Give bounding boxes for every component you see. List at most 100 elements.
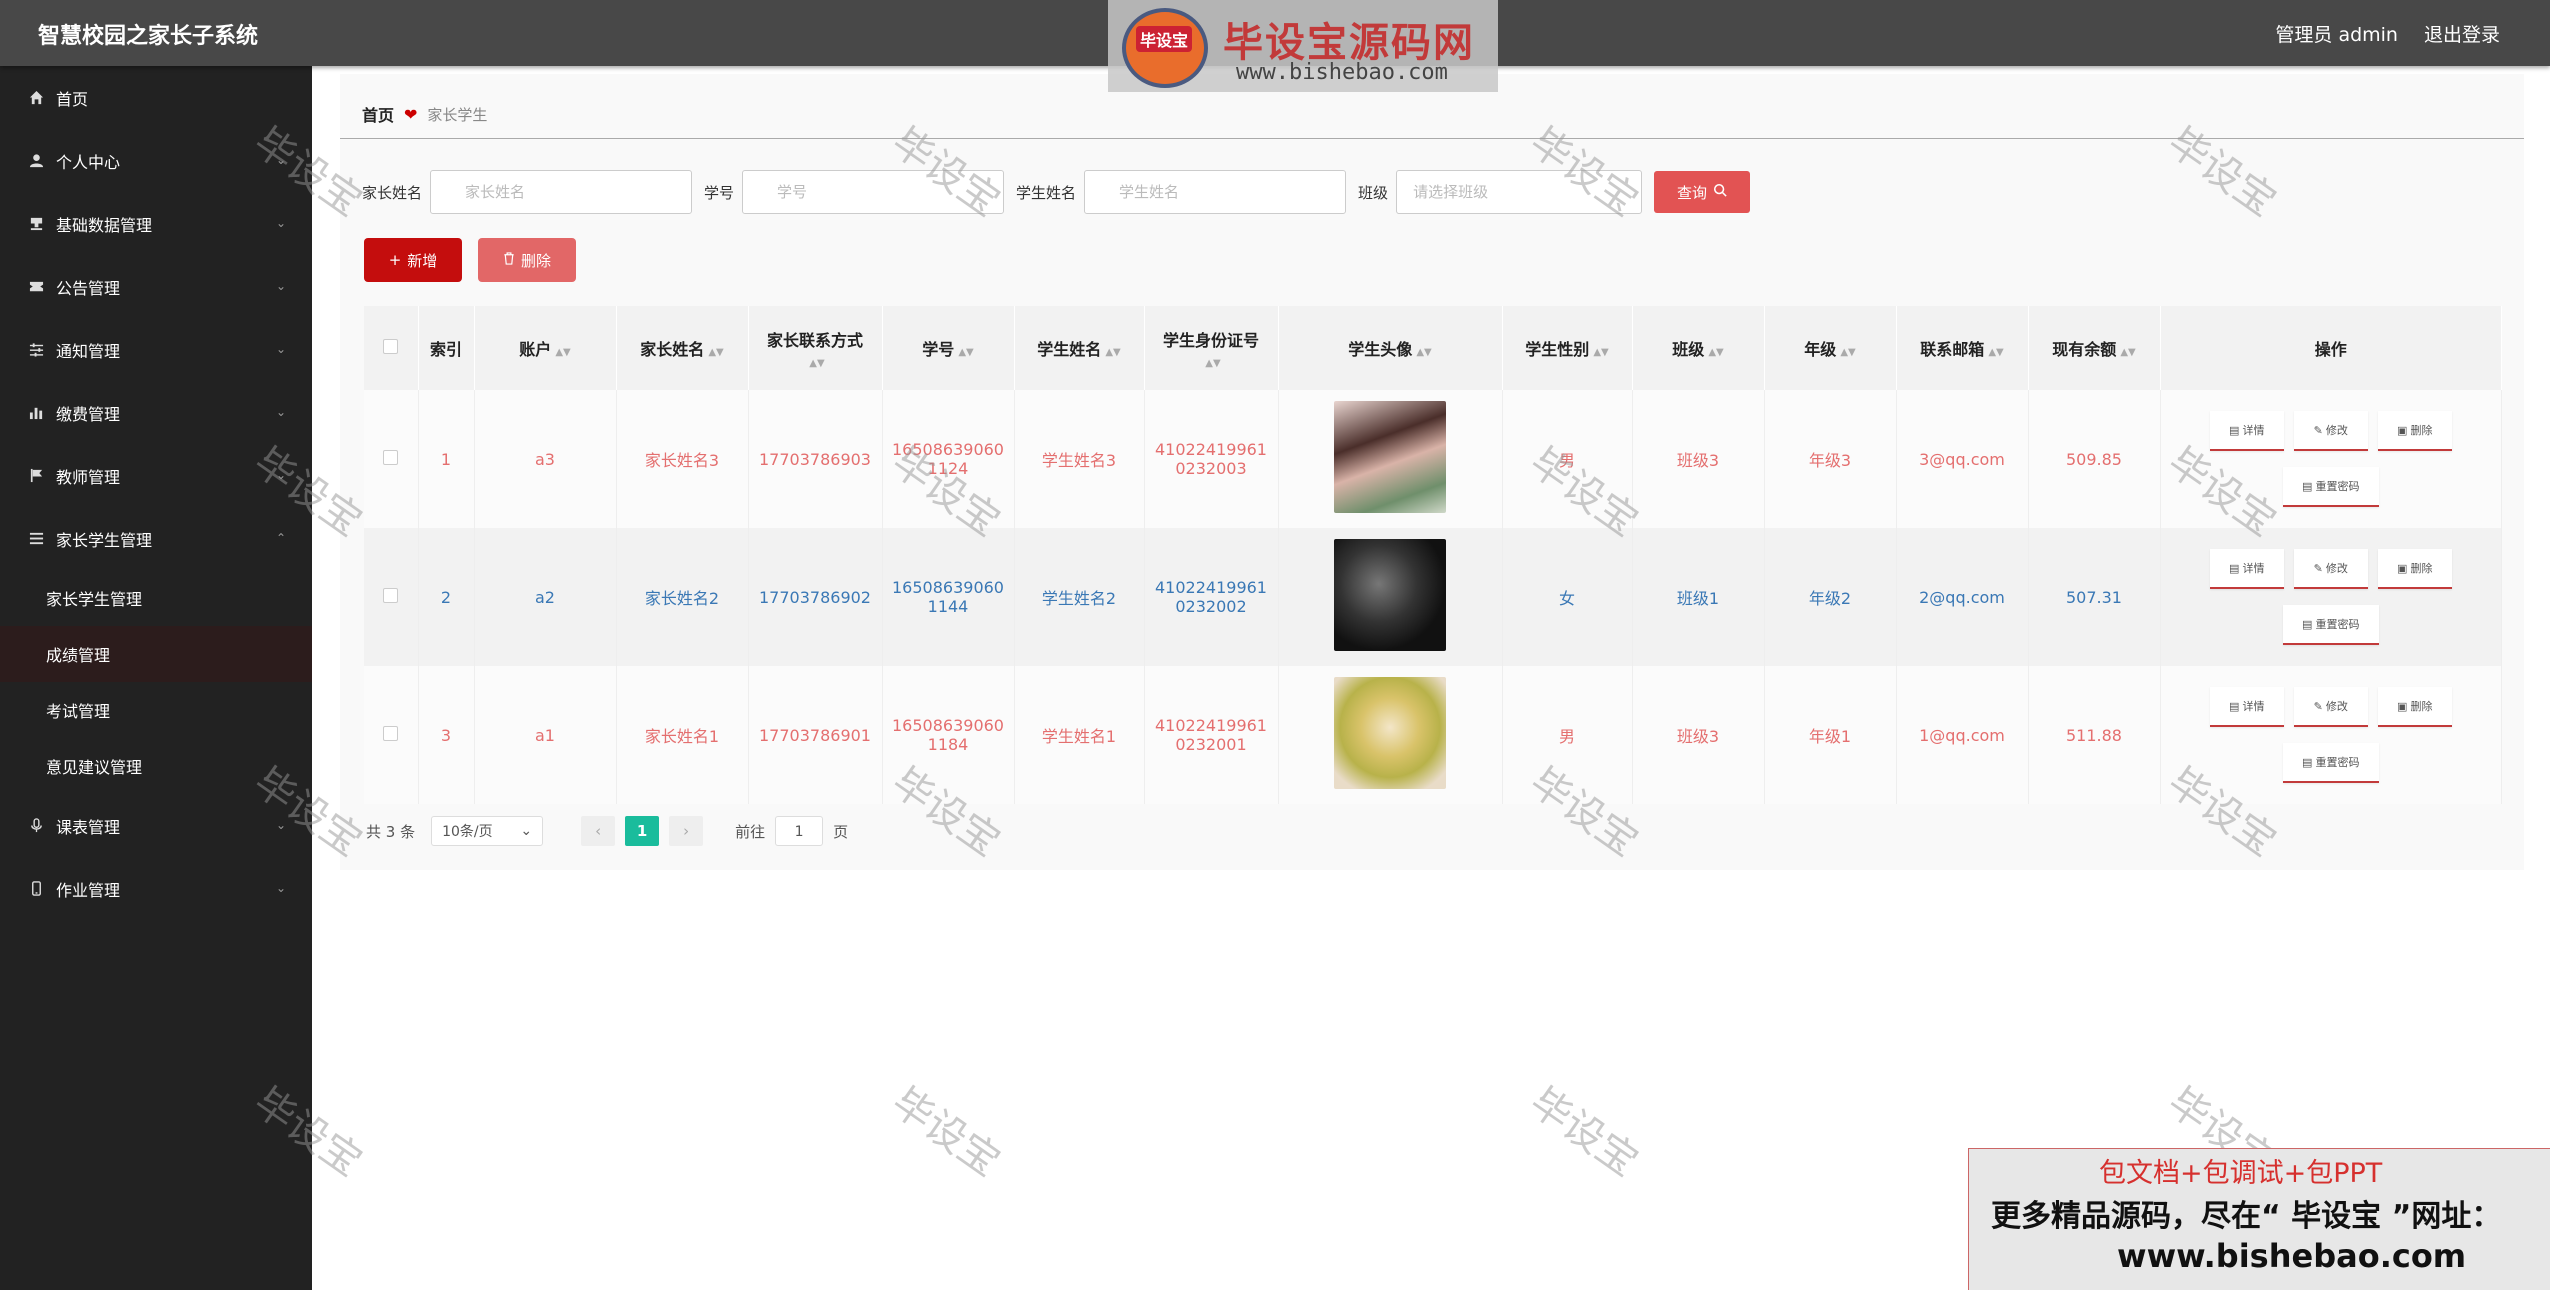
class-label: 班级 — [1358, 183, 1389, 202]
sort-icon: ▲▼ — [1988, 347, 2004, 358]
class-select[interactable] — [1396, 170, 1643, 214]
search-bar: 家长姓名 学号 学生姓名 班级 查询 — [362, 170, 1751, 214]
student-name-input[interactable] — [1084, 170, 1347, 214]
sidebar-item-label: 作业管理 — [56, 880, 121, 900]
row-checkbox[interactable] — [383, 587, 399, 603]
sort-icon: ▲▼ — [708, 347, 724, 358]
mic-icon — [28, 818, 44, 834]
col-balance[interactable]: 现有余额 ▲▼ — [2028, 306, 2161, 390]
table-row: 2 a2 家长姓名2 17703786902 16508639060 1144 学… — [364, 528, 2502, 666]
sidebar-item-label: 教师管理 — [56, 467, 121, 487]
promo-url[interactable]: www.bishebao.com — [2117, 1237, 2466, 1275]
sidebar-item-base-data[interactable]: 基础数据管理 ⌄ — [0, 192, 312, 255]
phone-icon — [28, 881, 44, 897]
doc-icon: ▤ — [2302, 479, 2313, 493]
delete-button[interactable]: ▣ 删除 — [2377, 411, 2452, 451]
sidebar-item-payment[interactable]: 缴费管理 ⌄ — [0, 381, 312, 444]
row-checkbox[interactable] — [383, 449, 399, 465]
query-button[interactable]: 查询 — [1654, 171, 1751, 213]
delete-button[interactable]: ▣ 删除 — [2377, 549, 2452, 589]
cell-index: 1 — [418, 390, 475, 528]
edit-button[interactable]: ✎ 修改 — [2293, 411, 2368, 451]
sidebar-subitem-parent-student[interactable]: 家长学生管理 — [0, 570, 312, 626]
reset-password-button[interactable]: ▤ 重置密码 — [2282, 743, 2379, 783]
logout-button[interactable]: 退出登录 — [2424, 20, 2500, 47]
goto-page-input[interactable]: 1 — [775, 816, 824, 846]
reset-password-button[interactable]: ▤ 重置密码 — [2282, 605, 2379, 645]
sort-icon: ▲▼ — [1593, 347, 1609, 358]
chevron-down-icon: ⌄ — [275, 279, 286, 293]
sidebar-item-parent-student[interactable]: 家长学生管理 ⌃ — [0, 507, 312, 570]
col-parent-name[interactable]: 家长姓名 ▲▼ — [616, 306, 749, 390]
student-avatar[interactable] — [1334, 677, 1446, 789]
delete-button[interactable]: ▣ 删除 — [2377, 687, 2452, 727]
sidebar-item-home[interactable]: 首页 — [0, 66, 312, 129]
col-student-idno[interactable]: 学生身份证号 ▲▼ — [1144, 306, 1279, 390]
page-number[interactable]: 1 — [625, 816, 660, 846]
heart-icon: ❤ — [404, 104, 418, 124]
chevron-down-icon: ⌄ — [275, 818, 286, 832]
cell-student-id: 16508639060 1124 — [882, 390, 1015, 528]
col-student-id[interactable]: 学号 ▲▼ — [882, 306, 1015, 390]
reset-password-button[interactable]: ▤ 重置密码 — [2282, 467, 2379, 507]
add-button[interactable]: + 新增 — [364, 238, 462, 282]
cell-email: 2@qq.com — [1896, 528, 2029, 666]
sidebar: 首页 个人中心 ⌄ 基础数据管理 ⌄ 公告管理 ⌄ 通知管理 ⌄ 缴费管理 ⌄ … — [0, 66, 312, 1290]
breadcrumb-home[interactable]: 首页 — [362, 102, 394, 126]
student-avatar[interactable] — [1334, 539, 1446, 651]
batch-delete-button[interactable]: 删除 — [478, 238, 576, 282]
admin-user[interactable]: 管理员 admin — [2275, 20, 2398, 47]
sort-icon: ▲▼ — [1708, 347, 1724, 358]
sidebar-item-notify[interactable]: 通知管理 ⌄ — [0, 318, 312, 381]
sidebar-item-label: 个人中心 — [56, 152, 121, 172]
sidebar-subitem-feedback[interactable]: 意见建议管理 — [0, 738, 312, 794]
sidebar-item-homework[interactable]: 作业管理 ⌄ — [0, 857, 312, 920]
cell-account: a3 — [474, 390, 617, 528]
cell-balance: 509.85 — [2028, 390, 2161, 528]
stamp-icon — [28, 216, 44, 232]
table-row: 3 a1 家长姓名1 17703786901 16508639060 1184 学… — [364, 666, 2502, 804]
col-index: 索引 — [418, 306, 475, 390]
col-actions: 操作 — [2160, 306, 2502, 390]
page-size-select[interactable]: 10条/页 ⌄ — [431, 816, 544, 846]
watermark-badge-icon: 毕设宝 — [1122, 8, 1208, 88]
sidebar-item-notice[interactable]: 公告管理 ⌄ — [0, 255, 312, 318]
col-student-name[interactable]: 学生姓名 ▲▼ — [1014, 306, 1145, 390]
cell-idno: 41022419961 0232001 — [1144, 666, 1279, 804]
col-gender[interactable]: 学生性别 ▲▼ — [1502, 306, 1633, 390]
cell-actions: ▤ 详情 ✎ 修改 ▣ 删除 ▤ 重置密码 — [2160, 528, 2502, 666]
sidebar-item-profile[interactable]: 个人中心 ⌄ — [0, 129, 312, 192]
sidebar-subitem-scores[interactable]: 成绩管理 — [0, 626, 312, 682]
detail-button[interactable]: ▤ 详情 — [2209, 687, 2284, 727]
detail-button[interactable]: ▤ 详情 — [2209, 549, 2284, 589]
sidebar-item-timetable[interactable]: 课表管理 ⌄ — [0, 794, 312, 857]
prev-page-button[interactable]: ‹ — [581, 816, 616, 846]
detail-button[interactable]: ▤ 详情 — [2209, 411, 2284, 451]
sidebar-subitem-exams[interactable]: 考试管理 — [0, 682, 312, 738]
edit-button[interactable]: ✎ 修改 — [2293, 549, 2368, 589]
col-avatar[interactable]: 学生头像 ▲▼ — [1278, 306, 1503, 390]
cell-idno: 41022419961 0232002 — [1144, 528, 1279, 666]
sort-icon: ▲▼ — [1205, 357, 1221, 369]
select-all-checkbox[interactable] — [383, 338, 399, 354]
cell-parent-name: 家长姓名2 — [616, 528, 749, 666]
col-parent-phone[interactable]: 家长联系方式 ▲▼ — [748, 306, 883, 390]
menu-icon — [28, 531, 44, 547]
col-grade[interactable]: 年级 ▲▼ — [1764, 306, 1897, 390]
ticket-icon — [28, 279, 44, 295]
cell-student-id: 16508639060 1144 — [882, 528, 1015, 666]
home-icon — [28, 90, 44, 106]
col-class[interactable]: 班级 ▲▼ — [1632, 306, 1765, 390]
student-avatar[interactable] — [1334, 401, 1446, 513]
next-page-button[interactable]: › — [669, 816, 704, 846]
edit-button[interactable]: ✎ 修改 — [2293, 687, 2368, 727]
col-email[interactable]: 联系邮箱 ▲▼ — [1896, 306, 2029, 390]
cell-avatar — [1278, 390, 1503, 528]
col-account[interactable]: 账户 ▲▼ — [474, 306, 617, 390]
parent-name-input[interactable] — [430, 170, 693, 214]
sidebar-item-teacher[interactable]: 教师管理 ⌄ — [0, 444, 312, 507]
student-id-input[interactable] — [742, 170, 1005, 214]
sidebar-item-label: 缴费管理 — [56, 404, 121, 424]
cell-gender: 男 — [1502, 666, 1633, 804]
row-checkbox[interactable] — [383, 725, 399, 741]
